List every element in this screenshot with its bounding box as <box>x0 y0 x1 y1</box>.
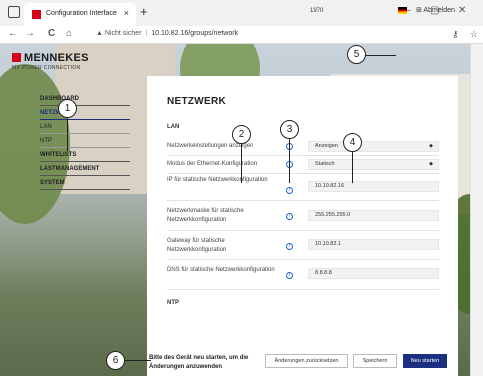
sidebar-item-dashboard[interactable]: DASHBOARD <box>40 92 130 106</box>
security-warning[interactable]: ▲ Nicht sicher <box>96 30 141 37</box>
callout-5-line <box>366 55 396 56</box>
callout-3-line <box>289 139 290 183</box>
network-panel: NETZWERK LAN Netzwerkeinstellungen anzei… <box>147 76 458 332</box>
select-caret-icon: ◆ <box>429 143 433 149</box>
show-settings-select[interactable]: Anzeigen ◆ <box>308 141 439 152</box>
callout-2: 2 <box>232 125 251 144</box>
row-netmask: Netzwerkmaske für statische Netzwerkkonf… <box>167 201 439 231</box>
sidebar-menu: DASHBOARD NETZWERK LAN NTP WHITELISTS LA… <box>40 92 130 190</box>
page-scrollbar[interactable] <box>470 44 483 376</box>
callout-1: 1 <box>58 99 77 118</box>
brand-logo[interactable]: MENNEKES MY POWER CONNECTION <box>12 52 89 71</box>
window-menu-icon[interactable] <box>8 6 20 18</box>
section-lan-title: LAN <box>167 124 180 130</box>
tab-title: Configuration Interface <box>46 10 117 17</box>
tab-close-icon[interactable]: × <box>124 8 129 18</box>
info-icon[interactable]: i <box>286 243 293 250</box>
back-icon[interactable]: ← <box>8 28 18 39</box>
url-field[interactable]: ▲ Nicht sicher | 10.10.82.16/groups/networ… <box>96 30 238 37</box>
sidebar-item-system[interactable]: SYSTEM <box>40 176 130 190</box>
info-icon[interactable]: i <box>286 213 293 220</box>
forward-icon[interactable]: → <box>25 28 35 39</box>
restart-button[interactable]: Neu starten <box>403 354 447 368</box>
charger-id: 1970 <box>310 8 324 14</box>
dns-input[interactable]: 8.8.8.8 <box>308 268 439 279</box>
language-flag-icon[interactable] <box>398 7 407 14</box>
url-text: 10.10.82.16/groups/network <box>151 30 239 37</box>
brand-mark-icon <box>12 53 21 62</box>
ethernet-mode-select[interactable]: Statisch ◆ <box>308 159 439 170</box>
new-tab-button[interactable]: + <box>140 4 148 19</box>
address-bar: ← → C ⌂ ▲ Nicht sicher | 10.10.82.16/group… <box>0 26 483 44</box>
browser-tab[interactable]: Configuration Interface × <box>24 3 136 26</box>
callout-4: 4 <box>343 133 362 152</box>
home-icon[interactable]: ⌂ <box>66 28 72 39</box>
action-bar: Bitte des Gerät neu starten, um die Ände… <box>147 332 458 376</box>
favicon-icon <box>32 10 41 19</box>
row-gateway: Gateway für statische Netzwerkkonfigurat… <box>167 231 439 260</box>
key-icon[interactable]: ⚷ <box>452 29 459 40</box>
static-ip-input[interactable]: 10.10.82.16 <box>308 181 439 192</box>
callout-6: 6 <box>106 351 125 370</box>
select-caret-icon: ◆ <box>429 161 433 167</box>
callout-5: 5 <box>347 45 366 64</box>
callout-2-line <box>241 144 242 183</box>
sidebar-item-netzwerk[interactable]: NETZWERK <box>40 106 130 120</box>
callout-3: 3 <box>280 120 299 139</box>
info-icon[interactable]: i <box>286 187 293 194</box>
row-dns: DNS für statische Netzwerkkonfiguration … <box>167 260 439 290</box>
close-window-icon[interactable]: ✕ <box>458 5 466 16</box>
callout-6-line <box>125 360 151 361</box>
reset-changes-button[interactable]: Änderungen zurücksetzen <box>265 354 348 368</box>
sidebar-item-ntp[interactable]: NTP <box>40 134 130 148</box>
section-ntp-title: NTP <box>167 300 179 306</box>
favorites-icon[interactable]: ☆ <box>470 29 478 40</box>
sidebar-item-whitelists[interactable]: WHITELISTS <box>40 148 130 162</box>
callout-1-line <box>67 118 68 151</box>
sidebar-item-lastmanagement[interactable]: LASTMANAGEMENT <box>40 162 130 176</box>
gateway-input[interactable]: 10.10.82.1 <box>308 239 439 250</box>
sidebar-item-lan[interactable]: LAN <box>40 120 130 134</box>
page-title: NETZWERK <box>167 96 227 107</box>
reload-icon[interactable]: C <box>48 28 55 39</box>
restart-hint: Bitte des Gerät neu starten, um die Ände… <box>149 355 249 370</box>
save-button[interactable]: Speichern <box>353 354 397 368</box>
browser-tab-bar: Configuration Interface × + – ▢ ✕ <box>0 0 483 26</box>
info-icon[interactable]: i <box>286 272 293 279</box>
logout-button[interactable]: ⊞ Abmelden <box>416 6 455 14</box>
callout-4-line <box>352 152 353 183</box>
row-show-network-settings: Netzwerkeinstellungen anzeigen i Anzeige… <box>167 138 439 156</box>
row-ethernet-mode: Modus der Ethernet-Konfiguration i Stati… <box>167 156 439 174</box>
netmask-input[interactable]: 255.255.255.0 <box>308 210 439 221</box>
row-static-ip: IP für statische Netzwerkkonfiguration i… <box>167 174 439 201</box>
